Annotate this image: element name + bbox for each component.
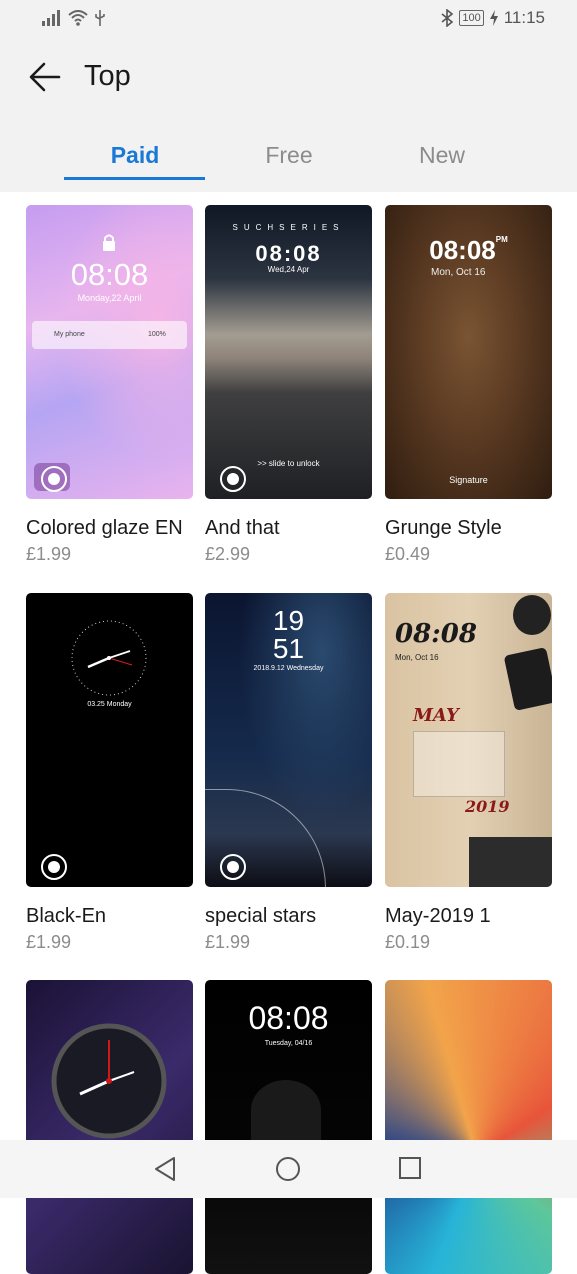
theme-card[interactable]: 08:08 Mon, Oct 16 MAY 2019 May-2019 1 £0… [385, 593, 552, 952]
theme-card[interactable]: 03.25 Monday Black-En £1.99 [26, 593, 193, 952]
theme-card[interactable] [26, 980, 193, 1274]
theme-name: Colored glaze EN [26, 517, 183, 539]
clock-face-icon [71, 620, 147, 696]
theme-thumbnail[interactable] [385, 980, 552, 1274]
wifi-icon [68, 10, 88, 26]
theme-price: £1.99 [26, 544, 72, 564]
analog-clock-icon [51, 1023, 167, 1139]
theme-price: £0.49 [385, 544, 431, 564]
tab-indicator [64, 177, 205, 180]
theme-thumbnail[interactable]: 19 51 2018.9.12 Wednesday [205, 593, 372, 887]
lock-screen-icon [220, 854, 246, 880]
bluetooth-icon [441, 9, 454, 27]
recents-nav-icon[interactable] [398, 1156, 422, 1180]
theme-card[interactable]: 08:08 Tuesday, 04/16 [205, 980, 372, 1274]
theme-card[interactable]: 19 51 2018.9.12 Wednesday special stars … [205, 593, 372, 952]
navigation-bar [0, 1140, 577, 1198]
theme-name: And that [205, 517, 280, 539]
back-nav-icon[interactable] [153, 1156, 177, 1182]
back-arrow-icon[interactable] [28, 60, 62, 94]
theme-name: Black-En [26, 905, 107, 927]
usb-icon [95, 10, 105, 26]
theme-thumbnail[interactable]: 08:08 Monday,22 April My phone 100% [26, 205, 193, 499]
theme-thumbnail[interactable]: SUCHSERIES 08:08 Wed,24 Apr >> slide to … [205, 205, 372, 499]
theme-thumbnail[interactable]: 03.25 Monday [26, 593, 193, 887]
theme-thumbnail[interactable]: 08:08 Mon, Oct 16 MAY 2019 [385, 593, 552, 887]
signal-icon [42, 10, 60, 26]
theme-price: £2.99 [205, 544, 251, 564]
theme-thumbnail[interactable]: 08:08 Tuesday, 04/16 [205, 980, 372, 1274]
theme-card[interactable] [385, 980, 552, 1274]
page-title: Top [84, 60, 131, 92]
charging-icon [489, 10, 498, 26]
theme-price: £1.99 [205, 932, 251, 952]
theme-price: £1.99 [26, 932, 72, 952]
theme-name: special stars [205, 905, 317, 927]
theme-thumbnail[interactable]: 08:08PM Mon, Oct 16 Signature [385, 205, 552, 499]
lock-icon [103, 234, 115, 251]
status-bar: 100 11:15 [0, 0, 577, 38]
theme-card[interactable]: 08:08PM Mon, Oct 16 Signature Grunge Sty… [385, 205, 552, 564]
lock-screen-icon [220, 466, 246, 492]
lock-screen-icon [41, 854, 67, 880]
home-nav-icon[interactable] [275, 1156, 301, 1182]
tab-free[interactable]: Free [214, 142, 364, 169]
theme-name: May-2019 1 [385, 905, 491, 927]
theme-card[interactable]: SUCHSERIES 08:08 Wed,24 Apr >> slide to … [205, 205, 372, 564]
app-bar: Top Paid Free New [0, 38, 577, 192]
theme-price: £0.19 [385, 932, 431, 952]
theme-card[interactable]: 08:08 Monday,22 April My phone 100% Colo… [26, 205, 193, 564]
tab-paid[interactable]: Paid [60, 142, 210, 169]
tab-new[interactable]: New [367, 142, 517, 169]
theme-name: Grunge Style [385, 517, 502, 539]
battery-indicator: 100 [459, 10, 484, 26]
theme-thumbnail[interactable] [26, 980, 193, 1274]
lock-screen-icon [41, 466, 67, 492]
clock: 11:15 [503, 8, 545, 27]
